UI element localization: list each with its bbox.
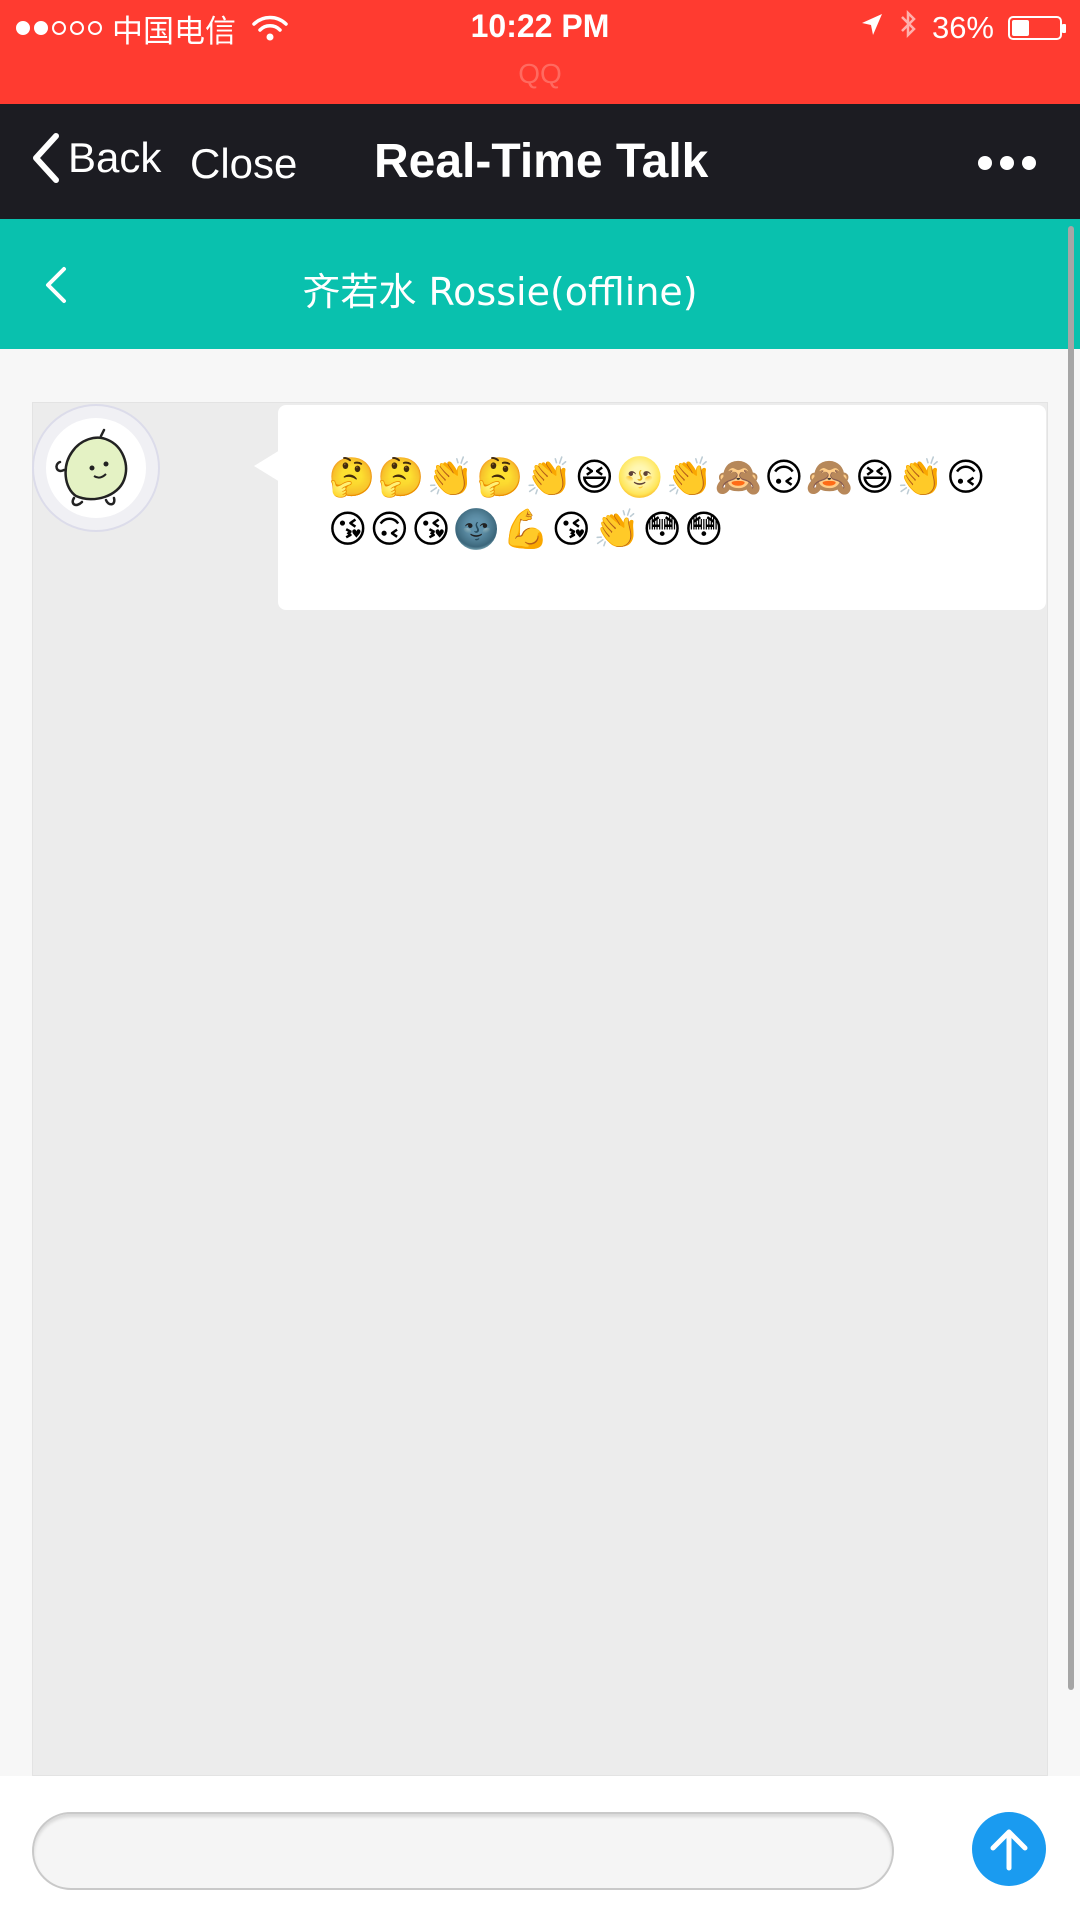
message-bubble-tail — [254, 450, 280, 482]
input-bar — [0, 1776, 1080, 1920]
message-text: 🤔🤔👏🤔👏😆🌝👏🙈🙃🙈😆👏🙃😘🙃😘🌚💪😘👏😳😳 — [328, 455, 988, 551]
bluetooth-icon — [898, 8, 918, 48]
status-right: 36% — [860, 8, 1066, 48]
battery-icon — [1008, 16, 1066, 40]
more-dots-icon[interactable] — [978, 156, 1036, 170]
avatar-image — [46, 418, 146, 518]
status-bar: 中国电信 10:22 PM 36% QQ — [0, 0, 1080, 104]
app-name: QQ — [518, 58, 562, 89]
battery-percent: 36% — [931, 10, 994, 45]
arrow-up-icon — [990, 1829, 1028, 1871]
location-arrow-icon — [860, 10, 884, 46]
nav-bar: Back Close Real-Time Talk — [0, 104, 1080, 219]
page-title: Real-Time Talk — [374, 135, 709, 188]
chevron-left-icon — [33, 133, 59, 183]
message-input[interactable] — [32, 1812, 894, 1890]
avatar[interactable] — [32, 404, 160, 532]
chat-title: 齐若水 Rossie(offline) — [302, 270, 698, 314]
close-button[interactable]: Close — [190, 140, 297, 188]
battery-fill — [1012, 20, 1029, 36]
scrollbar[interactable] — [1068, 226, 1074, 1690]
message-bubble[interactable]: 🤔🤔👏🤔👏😆🌝👏🙈🙃🙈😆👏🙃😘🙃😘🌚💪😘👏😳😳 — [278, 405, 1046, 610]
chat-header: 齐若水 Rossie(offline) — [0, 219, 1080, 349]
back-button[interactable]: Back — [30, 132, 161, 184]
send-button[interactable] — [972, 1812, 1046, 1886]
back-label: Back — [68, 134, 162, 181]
